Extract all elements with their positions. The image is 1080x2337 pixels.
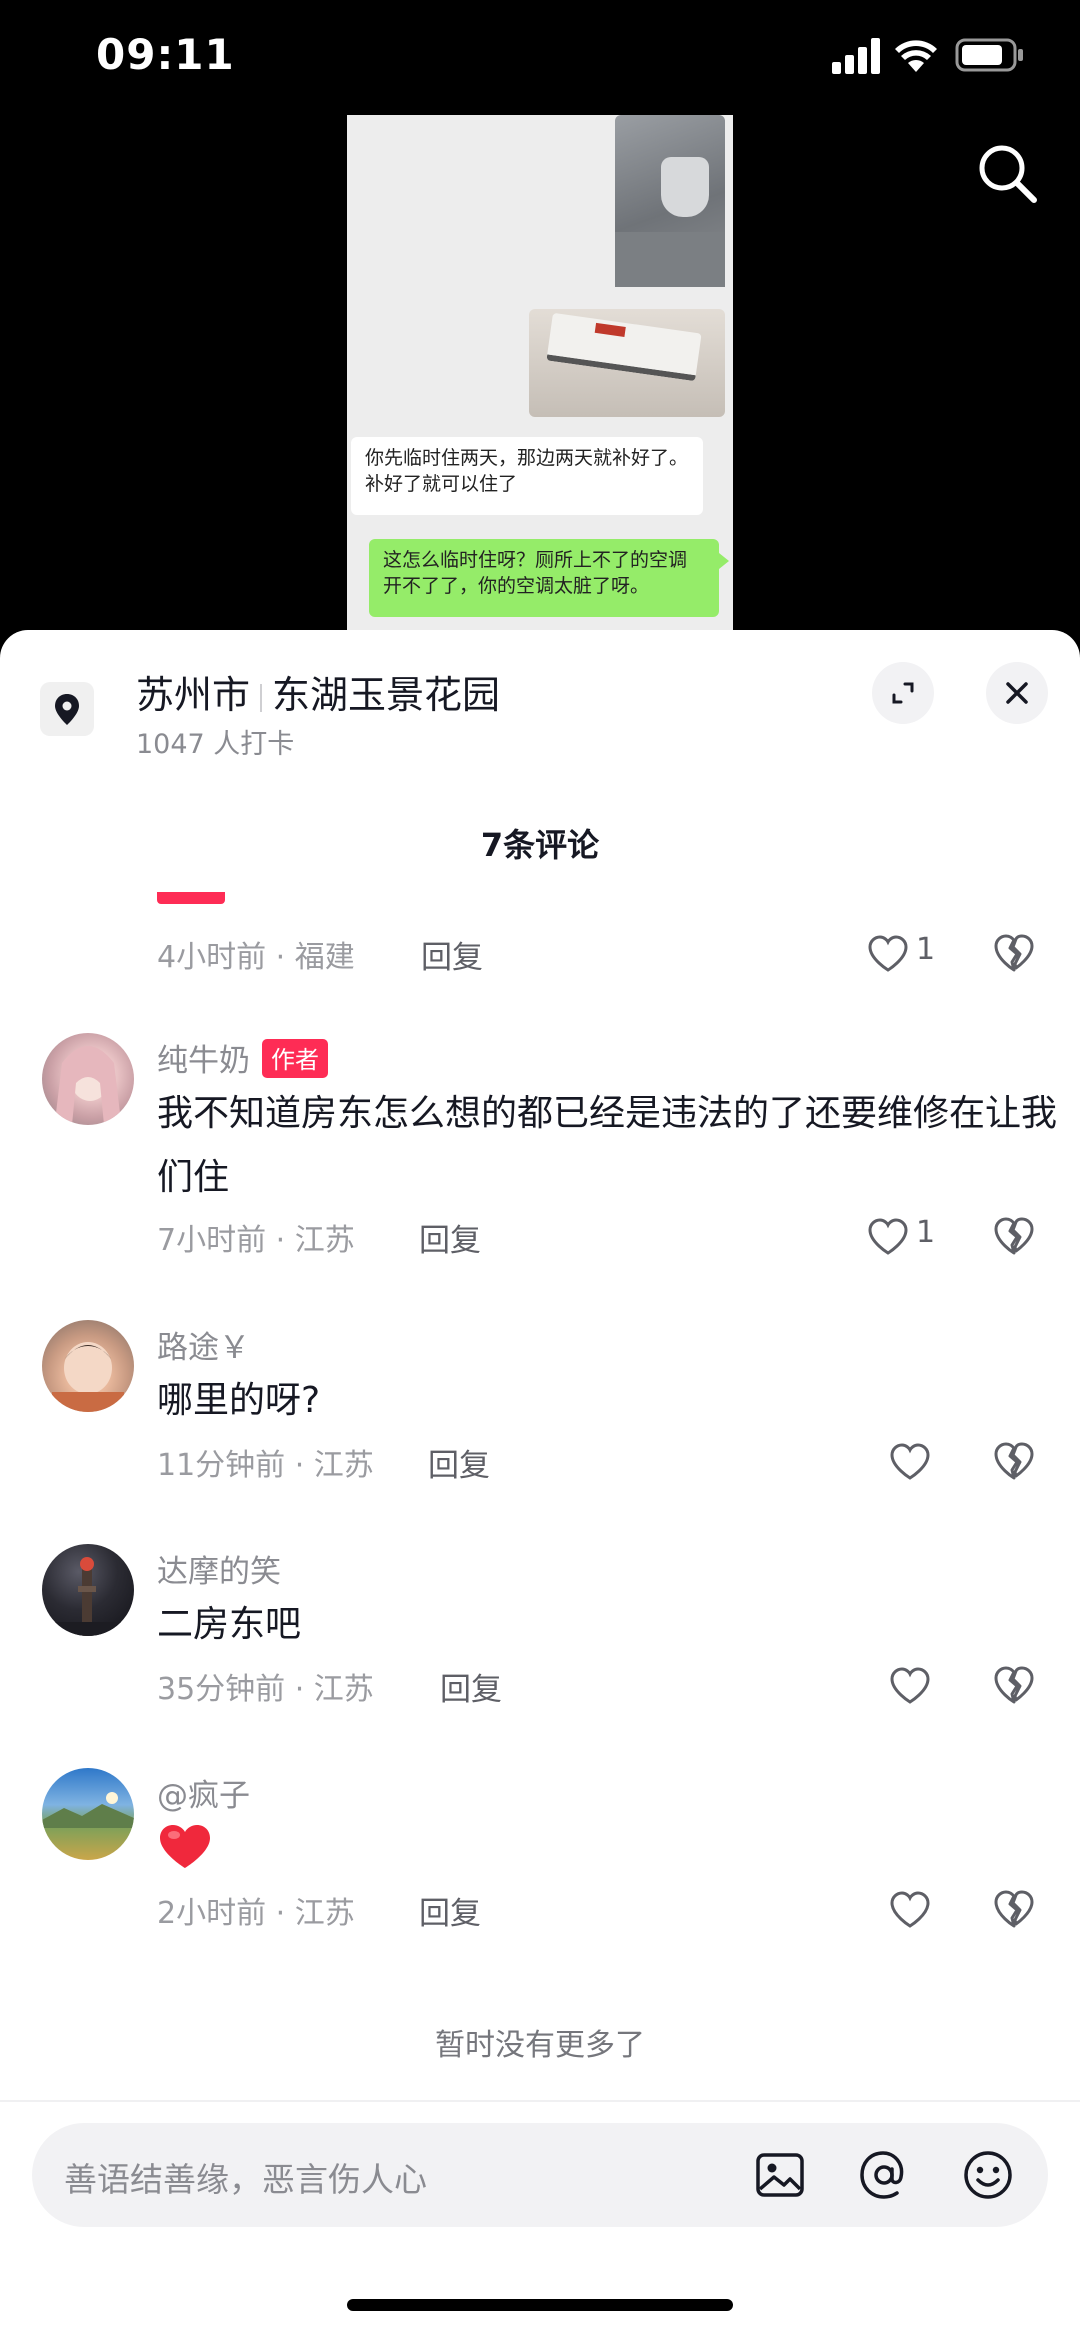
video-frame[interactable]: 你先临时住两天，那边两天就补好了。补好了就可以住了 这怎么临时住呀？厕所上不了的…	[347, 115, 733, 635]
status-time: 09:11	[96, 30, 235, 79]
avatar[interactable]	[42, 1033, 134, 1125]
avatar[interactable]	[42, 1320, 134, 1412]
comment-meta: 35分钟前 · 江苏	[157, 1672, 374, 1707]
chat-bubble-sent: 这怎么临时住呀？厕所上不了的空调开不了了，你的空调太脏了呀。	[369, 539, 729, 617]
reply-button[interactable]: 回复	[419, 1215, 481, 1260]
comment-text: 我不知道房东怎么想的都已经是违法的了还要维修在让我们住	[157, 1093, 1058, 1198]
reply-button[interactable]: 回复	[421, 932, 483, 977]
close-button[interactable]	[986, 662, 1048, 724]
battery-icon	[955, 38, 1023, 72]
comment-text: 哪里的呀?	[157, 1380, 321, 1421]
wifi-icon	[895, 40, 937, 72]
comment-meta: 11分钟前 · 江苏	[157, 1448, 374, 1483]
broken-heart-icon[interactable]	[992, 1888, 1036, 1930]
heart-icon[interactable]	[888, 1442, 932, 1482]
home-indicator[interactable]	[347, 2299, 733, 2311]
comment-username[interactable]: 达摩的笑	[157, 1546, 281, 1591]
author-badge: 作者	[262, 1039, 328, 1078]
heart-icon[interactable]	[888, 1666, 932, 1706]
comments-count: 7条评论	[480, 826, 600, 864]
avatar[interactable]	[42, 1544, 134, 1636]
expand-icon	[892, 682, 914, 704]
heart-icon[interactable]	[866, 934, 910, 974]
comment-username[interactable]: @疯子	[157, 1770, 250, 1815]
search-icon[interactable]	[972, 138, 1042, 208]
divider	[0, 2100, 1080, 2102]
emoji-icon[interactable]	[960, 2147, 1016, 2203]
heart-icon[interactable]	[866, 1217, 910, 1257]
reply-button[interactable]: 回复	[419, 1888, 481, 1933]
close-icon	[1006, 682, 1028, 704]
chat-photo-air-conditioner	[529, 309, 725, 417]
comment-input-placeholder: 善语结善缘，恶言伤人心	[64, 2160, 427, 2199]
at-icon[interactable]	[856, 2147, 912, 2203]
location-checkins: 1047 人打卡	[136, 729, 295, 760]
username-text: 纯牛奶	[157, 1043, 250, 1079]
comment-input[interactable]: 善语结善缘，恶言伤人心	[32, 2123, 1048, 2227]
cellular-signal-icon	[832, 38, 880, 74]
location-pin-icon[interactable]	[40, 682, 94, 736]
avatar[interactable]	[42, 1768, 134, 1860]
broken-heart-icon[interactable]	[992, 1215, 1036, 1257]
location-separator	[260, 683, 263, 712]
broken-heart-icon[interactable]	[992, 1440, 1036, 1482]
like-count: 1	[916, 932, 936, 967]
comment-username[interactable]: 路途￥	[157, 1322, 250, 1367]
reply-button[interactable]: 回复	[440, 1664, 502, 1709]
status-bar: 09:11	[0, 0, 1080, 110]
comment-meta: 7小时前 · 江苏	[157, 1223, 355, 1258]
broken-heart-icon[interactable]	[992, 932, 1036, 974]
partial-badge	[157, 892, 225, 904]
expand-button[interactable]	[872, 662, 934, 724]
comment-text: 二房东吧	[157, 1604, 302, 1645]
red-heart-emoji	[160, 1825, 210, 1868]
location-city: 苏州市	[136, 673, 251, 717]
comment-username[interactable]: 纯牛奶 作者	[157, 1035, 328, 1080]
comment-sheet: 苏州市东湖玉景花园 1047 人打卡 7条评论 4小时前 · 福建 4小时前 ·…	[0, 630, 1080, 2337]
location-title[interactable]: 苏州市 东湖玉景花园	[136, 664, 500, 719]
comment-meta: 4小时前 · 福建	[157, 940, 355, 975]
image-icon[interactable]	[752, 2147, 808, 2203]
no-more-text: 暂时没有更多了	[435, 2028, 645, 2063]
broken-heart-icon[interactable]	[992, 1664, 1036, 1706]
chat-photo-toilet	[615, 115, 725, 287]
reply-button[interactable]: 回复	[428, 1440, 490, 1485]
heart-icon[interactable]	[888, 1890, 932, 1930]
location-place: 东湖玉景花园	[272, 673, 501, 717]
like-count: 1	[916, 1215, 936, 1250]
comment-meta: 2小时前 · 江苏	[157, 1896, 355, 1931]
chat-bubble-received: 你先临时住两天，那边两天就补好了。补好了就可以住了	[351, 437, 703, 515]
